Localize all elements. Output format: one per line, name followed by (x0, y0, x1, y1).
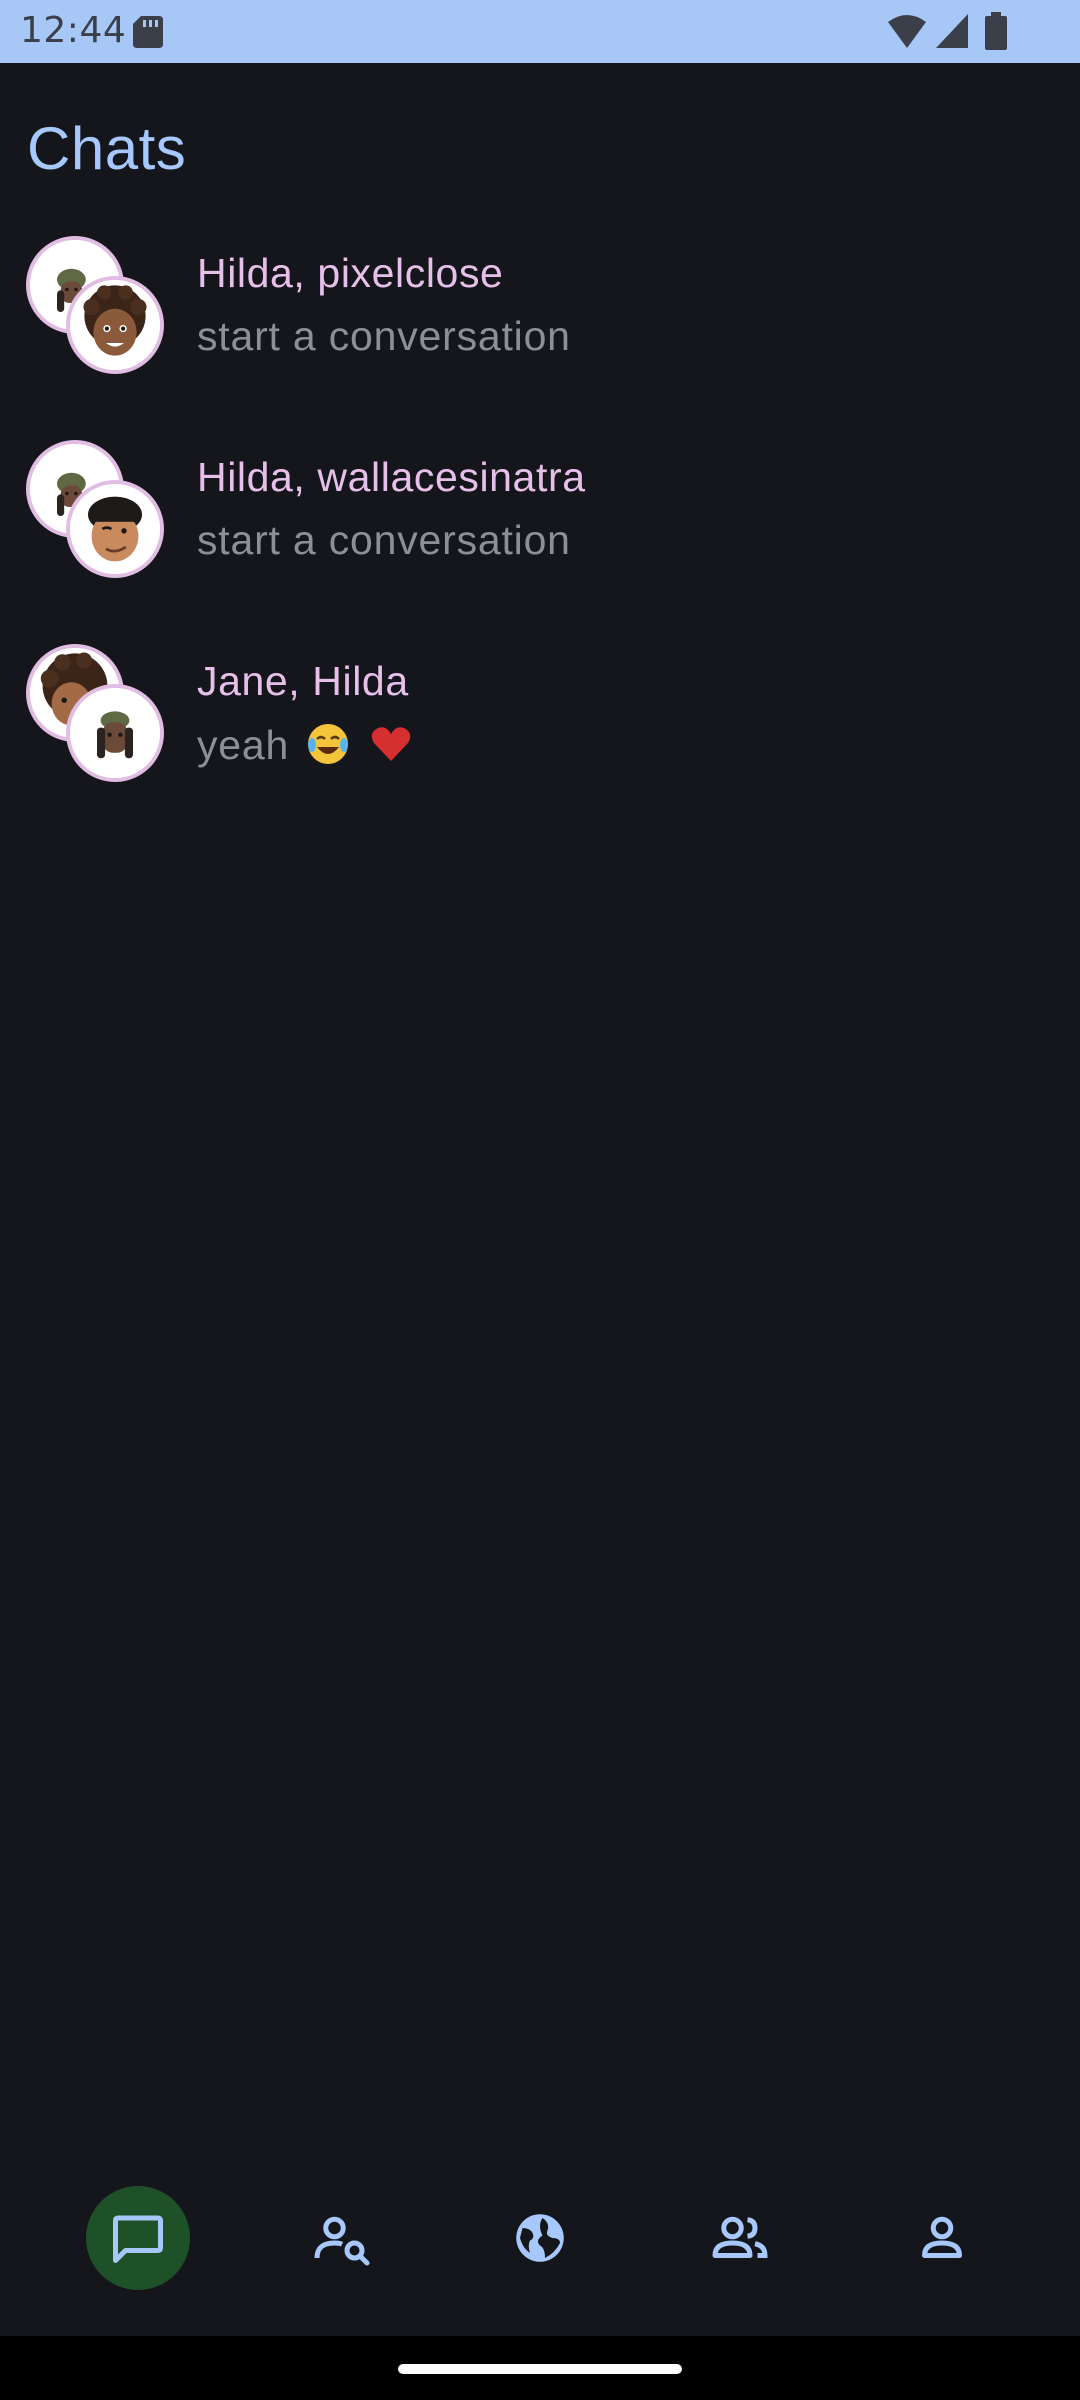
chat-title: Hilda, pixelclose (197, 250, 504, 296)
chat-preview-text: yeah (197, 722, 290, 768)
nav-friends-button[interactable] (688, 2186, 792, 2290)
chat-list-item[interactable]: Hilda, wallacesinatra start a conversati… (0, 440, 1080, 640)
gesture-handle[interactable] (398, 2364, 682, 2374)
sd-card-icon (133, 16, 163, 48)
avatar-stack (26, 236, 176, 386)
nav-search-people-button[interactable] (290, 2186, 394, 2290)
avatar (66, 684, 164, 782)
avatar (66, 480, 164, 578)
chat-title: Jane, Hilda (197, 658, 409, 704)
avatar-stack (26, 440, 176, 590)
nav-chats-button[interactable] (86, 2186, 190, 2290)
nav-explore-button[interactable] (488, 2186, 592, 2290)
status-time: 12:44 (20, 10, 127, 51)
chat-preview: start a conversation (197, 313, 571, 359)
bottom-navigation (0, 2160, 1080, 2336)
search-person-icon (314, 2216, 370, 2266)
memoji-pixelclose-avatar (70, 280, 160, 370)
chat-title: Hilda, wallacesinatra (197, 454, 586, 500)
globe-icon (516, 2214, 564, 2262)
red-heart-emoji-icon (371, 727, 410, 761)
avatar-stack (26, 644, 176, 794)
chat-preview: yeah (197, 721, 414, 769)
wifi-icon (888, 15, 926, 48)
chat-list-item[interactable]: Hilda, pixelclose start a conversation (0, 236, 1080, 436)
memoji-hilda-avatar (70, 688, 160, 778)
page-title: Chats (27, 115, 187, 182)
people-icon (712, 2216, 768, 2258)
status-bar: 12:44 (0, 0, 1080, 63)
chat-preview: start a conversation (197, 517, 571, 563)
tears-of-joy-emoji-icon (308, 724, 349, 764)
nav-profile-button[interactable] (890, 2186, 994, 2290)
cell-signal-icon (936, 14, 968, 48)
profile-icon (922, 2216, 962, 2258)
gesture-navigation-area (0, 2336, 1080, 2400)
chat-list-item[interactable]: Jane, Hilda yeah (0, 644, 1080, 844)
memoji-wallacesinatra-avatar (70, 484, 160, 574)
avatar (66, 276, 164, 374)
battery-icon (985, 12, 1007, 50)
chat-icon (113, 2215, 163, 2263)
